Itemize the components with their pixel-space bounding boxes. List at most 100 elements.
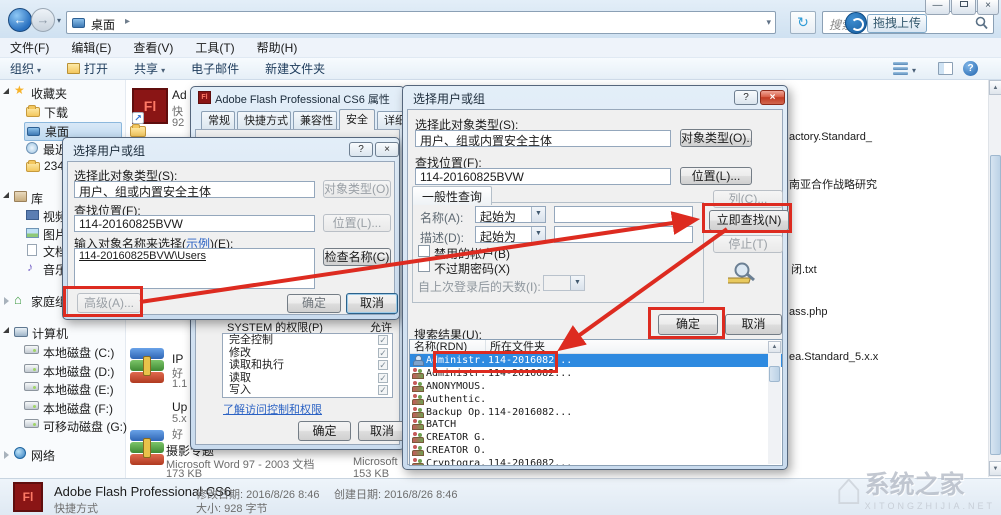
expander-icon[interactable] [3, 327, 9, 333]
sidebar-item-disk-g[interactable]: 可移动磁盘 (G:) [24, 418, 127, 435]
help-icon[interactable]: ? [349, 142, 373, 157]
ok-button[interactable]: 确定 [658, 314, 718, 335]
sidebar-item-recent[interactable]: 最近 [26, 141, 67, 158]
sidebar-item-disk-c[interactable]: 本地磁盘 (C:) [24, 344, 114, 361]
ok-button[interactable]: 确定 [287, 294, 341, 313]
results-scrollbar[interactable]: ▲ [768, 341, 781, 464]
days-select[interactable]: ▼ [543, 275, 585, 291]
column-folder[interactable]: 所在文件夹 [486, 340, 782, 353]
file-name-fragment[interactable]: actory.Standard_ [789, 131, 872, 143]
sidebar-item-disk-d[interactable]: 本地磁盘 (D:) [24, 363, 114, 380]
file-name-fragment[interactable]: ass.php [789, 306, 828, 318]
expander-icon[interactable] [4, 297, 9, 305]
tab-shortcut[interactable]: 快捷方式 [237, 111, 291, 129]
sidebar-item-homegroup[interactable]: 家庭组 [14, 293, 67, 310]
object-names-input[interactable]: 114-20160825BVW\Users [74, 248, 315, 289]
address-bar[interactable]: 桌面 ▸ ▾ [66, 11, 776, 34]
description-condition-select[interactable]: 起始为 ▼ [475, 226, 546, 244]
menu-file[interactable]: 文件(F) [10, 39, 49, 56]
nav-history-dropdown-icon[interactable]: ▾ [57, 16, 61, 25]
sidebar-item-music[interactable]: 音乐 [26, 261, 67, 278]
result-row-selected[interactable]: Administr...114-2016082... [410, 354, 782, 367]
main-scrollbar[interactable]: ▲ ▼ [988, 80, 1001, 477]
rar-file-name[interactable]: IP [172, 352, 183, 366]
file-name-fragment[interactable]: ea.Standard_5.x.x [789, 351, 878, 363]
share-button[interactable]: 共享 ▾ [134, 60, 165, 77]
rar-file-icon[interactable] [130, 430, 164, 465]
upload-overlay-button[interactable]: 拖拽上传 [867, 14, 927, 33]
view-dropdown-icon[interactable]: ▾ [912, 66, 916, 75]
preview-pane-icon[interactable] [938, 62, 953, 75]
stop-button[interactable]: 停止(T) [713, 235, 783, 253]
address-location[interactable]: 桌面 [91, 16, 115, 33]
refresh-button[interactable]: ↻ [790, 11, 816, 34]
scroll-up-icon[interactable]: ▲ [768, 341, 781, 353]
maximize-button[interactable] [951, 0, 976, 15]
expander-icon[interactable] [3, 192, 9, 198]
sidebar-item-downloads[interactable]: 下载 [26, 104, 68, 121]
result-row[interactable]: Administr...114-2016082... [410, 367, 782, 380]
open-button[interactable]: 打开 [67, 60, 108, 77]
scroll-up-icon[interactable]: ▲ [989, 80, 1001, 95]
name-query-input[interactable] [554, 206, 693, 223]
object-types-button[interactable]: 对象类型(O)... [323, 180, 391, 198]
tab-security[interactable]: 安全 [339, 109, 375, 130]
file-name-fragment[interactable]: 南亚合作战略研究 [789, 176, 877, 192]
check-names-button[interactable]: 检查名称(C) [323, 248, 391, 266]
tab-general[interactable]: 常规 [201, 111, 235, 129]
scrollbar-thumb[interactable] [990, 155, 1001, 455]
sidebar-item-pictures[interactable]: 图片 [26, 226, 67, 243]
sidebar-item-videos[interactable]: 视频 [26, 208, 67, 225]
rar-file-name[interactable]: Up [172, 400, 187, 414]
address-dropdown-icon[interactable]: ▾ [766, 17, 771, 28]
flash-file-name[interactable]: Ad [172, 88, 187, 102]
close-icon[interactable]: × [375, 142, 399, 157]
change-view-icon[interactable] [893, 62, 908, 75]
cancel-button[interactable]: 取消 [358, 421, 406, 441]
menu-tools[interactable]: 工具(T) [195, 39, 234, 56]
breadcrumb-arrow-icon[interactable]: ▸ [125, 16, 130, 27]
file-name-fragment[interactable]: 闭.txt [791, 261, 817, 277]
close-icon[interactable]: × [760, 90, 785, 105]
upload-logo-icon[interactable] [845, 12, 867, 34]
expander-icon[interactable] [3, 88, 9, 94]
cancel-button[interactable]: 取消 [725, 314, 782, 335]
cancel-button[interactable]: 取消 [346, 293, 398, 314]
result-row[interactable]: ANONYMOUS... [410, 380, 782, 393]
tab-compatibility[interactable]: 兼容性 [293, 111, 337, 129]
result-row[interactable]: CREATOR O... [410, 444, 782, 457]
object-types-button[interactable]: 对象类型(O)... [680, 129, 752, 147]
advanced-button[interactable]: 高级(A)... [77, 293, 141, 313]
email-button[interactable]: 电子邮件 [191, 60, 239, 77]
result-row[interactable]: Authentic... [410, 393, 782, 406]
name-condition-select[interactable]: 起始为 ▼ [475, 206, 546, 224]
flash-file-icon[interactable]: Fl ↗ [132, 88, 168, 124]
description-query-input[interactable] [554, 226, 693, 243]
scroll-down-icon[interactable]: ▼ [989, 461, 1001, 476]
new-folder-button[interactable]: 新建文件夹 [265, 60, 325, 77]
sidebar-item-computer[interactable]: 计算机 [14, 325, 68, 342]
forward-icon[interactable]: → [31, 8, 55, 32]
menu-help[interactable]: 帮助(H) [257, 39, 298, 56]
result-row[interactable]: BATCH [410, 418, 782, 431]
menu-edit[interactable]: 编辑(E) [71, 39, 111, 56]
result-row[interactable]: Backup Op...114-2016082... [410, 406, 782, 419]
menu-view[interactable]: 查看(V) [133, 39, 173, 56]
locations-button[interactable]: 位置(L)... [680, 167, 752, 185]
non-expiring-password-checkbox[interactable] [418, 260, 430, 272]
help-icon[interactable]: ? [963, 61, 978, 76]
help-icon[interactable]: ? [734, 90, 758, 105]
column-name[interactable]: 名称(RDN) [410, 340, 486, 353]
result-row[interactable]: Cryptogra...114-2016082... [410, 457, 782, 465]
sidebar-item-network[interactable]: 网络 [14, 447, 55, 464]
tab-common-queries[interactable]: 一般性查询 [412, 186, 493, 205]
locations-button[interactable]: 位置(L)... [323, 214, 391, 232]
scrollbar-thumb[interactable] [769, 366, 780, 382]
sidebar-item-disk-f[interactable]: 本地磁盘 (F:) [24, 400, 113, 417]
folder-icon[interactable] [130, 124, 146, 137]
sidebar-item-favorites[interactable]: 收藏夹 [14, 85, 67, 102]
sidebar-item-disk-e[interactable]: 本地磁盘 (E:) [24, 381, 114, 398]
result-row[interactable]: CREATOR G... [410, 431, 782, 444]
organize-button[interactable]: 组织 ▾ [10, 60, 41, 77]
expander-icon[interactable] [4, 451, 9, 459]
